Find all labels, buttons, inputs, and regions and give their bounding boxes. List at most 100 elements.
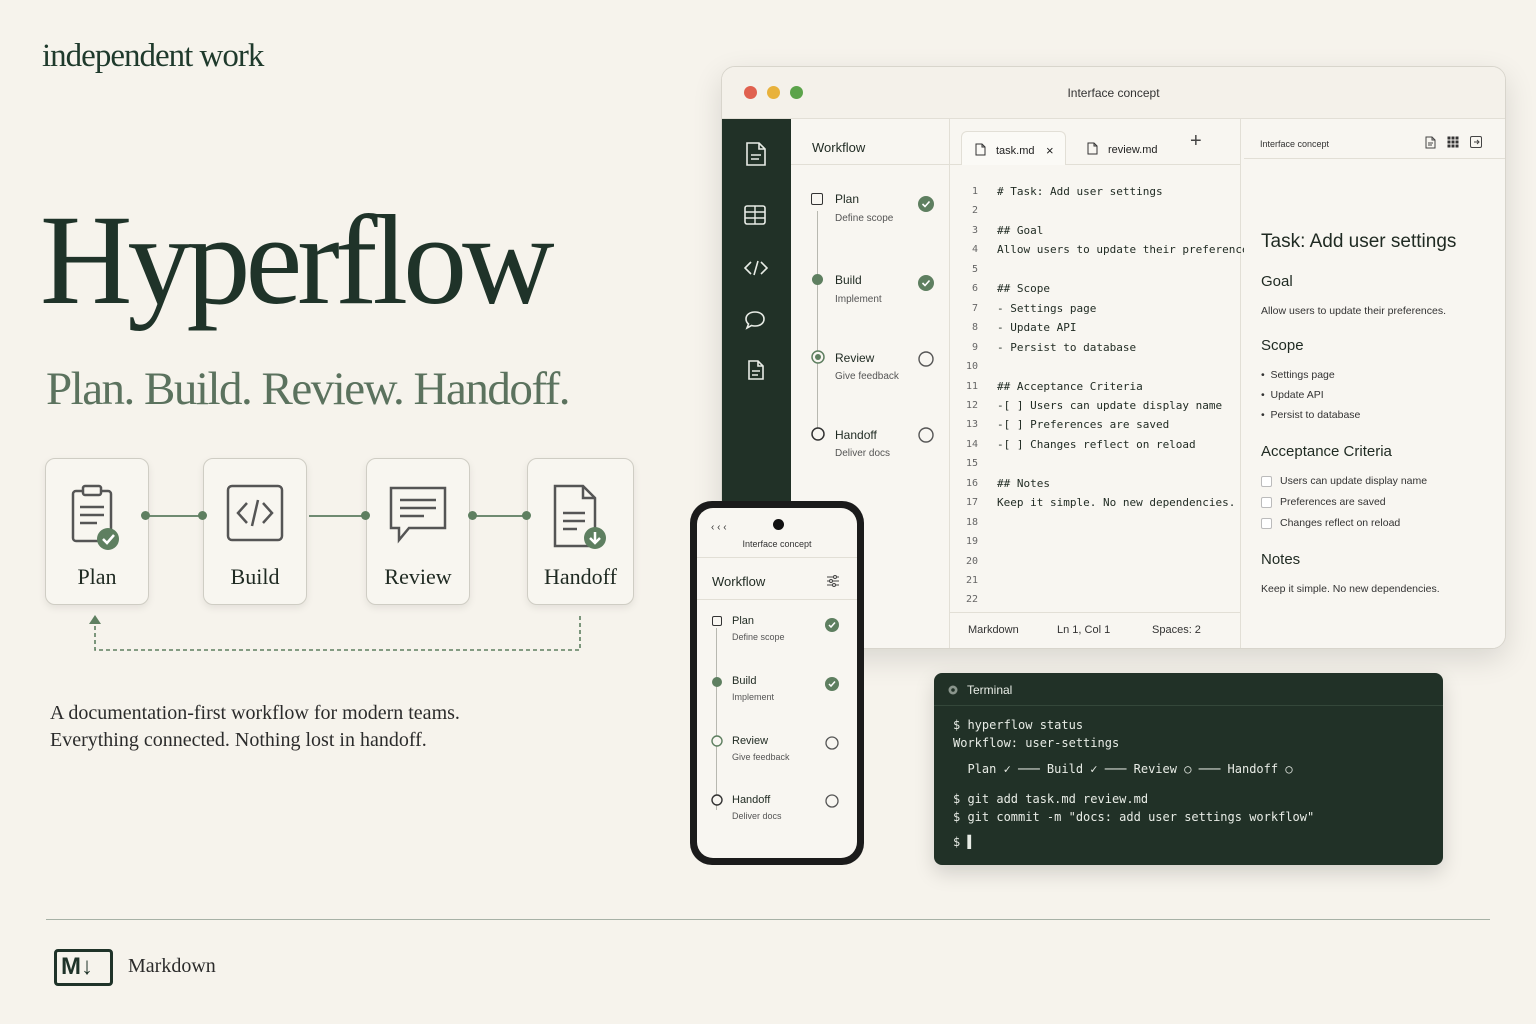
terminal-line: $ git add task.md review.md <box>953 792 1149 806</box>
document-icon[interactable] <box>744 141 768 167</box>
preview-goal-text: Allow users to update their preferences. <box>1261 305 1447 317</box>
line-number: 22 <box>965 594 978 606</box>
sidebar-item-sublabel: Deliver docs <box>835 448 891 459</box>
status-cursor-position[interactable]: Ln 1, Col 1 <box>1057 624 1110 636</box>
status-indentation[interactable]: Spaces: 2 <box>1152 624 1201 636</box>
flow-dot <box>361 511 370 520</box>
file-icon <box>1087 142 1098 155</box>
code-line: ## Scope <box>997 282 1050 296</box>
sidebar-item-sublabel: Implement <box>835 294 882 305</box>
footer-divider <box>46 919 1490 920</box>
preview-scope-item: • Persist to database <box>1261 409 1361 421</box>
radio-icon <box>711 735 723 747</box>
line-number: 5 <box>971 263 978 275</box>
sidebar-item-sublabel: Define scope <box>835 213 894 224</box>
code-line: - Persist to database <box>997 340 1137 354</box>
empty-circle-icon <box>825 794 839 808</box>
markdown-logo-text: M↓ <box>61 953 93 980</box>
check-circle-icon <box>825 618 839 632</box>
line-number: 2 <box>971 205 978 217</box>
step-card-review: Review <box>366 458 470 605</box>
code-icon[interactable] <box>744 260 768 276</box>
step-label: Handoff <box>544 564 617 589</box>
radio-icon <box>811 427 825 441</box>
line-number: 6 <box>971 283 978 295</box>
divider <box>697 557 857 558</box>
phone-screen: ‹ ‹ ‹ Interface concept Workflow Plan De… <box>697 508 857 858</box>
checkbox-icon <box>811 193 823 205</box>
phone-item-sublabel: Implement <box>732 692 775 702</box>
line-number: 18 <box>965 516 978 528</box>
line-number: 8 <box>971 322 978 334</box>
flow-dot <box>522 511 531 520</box>
code-line: - Settings page <box>997 301 1097 315</box>
line-number: 20 <box>965 555 978 567</box>
criteria-checkbox[interactable] <box>1261 497 1272 508</box>
preview-criteria-heading: Acceptance Criteria <box>1261 443 1392 460</box>
empty-circle-icon <box>825 736 839 750</box>
flow-dot <box>198 511 207 520</box>
file-icon[interactable] <box>747 359 765 381</box>
flow-connector <box>309 515 366 517</box>
terminal-prompt[interactable]: $ ▌ <box>953 835 975 849</box>
comment-icon[interactable] <box>744 310 766 330</box>
document-view-icon[interactable] <box>1425 136 1436 149</box>
terminal-line: Plan ✓ ─── Build ✓ ─── Review ○ ─── Hand… <box>953 762 1293 776</box>
line-number: 12 <box>965 399 978 411</box>
code-line: ## Goal <box>997 223 1044 237</box>
document-download-icon <box>553 484 606 549</box>
filter-icon[interactable] <box>827 575 839 587</box>
criteria-checkbox[interactable] <box>1261 518 1272 529</box>
line-number: 13 <box>965 419 978 431</box>
sidebar-item-label: Handoff <box>835 428 877 442</box>
file-icon <box>975 143 986 156</box>
code-icon <box>226 484 284 542</box>
phone-item-sublabel: Define scope <box>732 632 785 642</box>
code-line: Keep it simple. No new dependencies. <box>997 496 1236 510</box>
hero-title: Hyperflow <box>40 189 554 331</box>
line-number: 7 <box>971 302 978 314</box>
criteria-item: Changes reflect on reload <box>1280 517 1401 529</box>
step-label: Build <box>230 564 280 589</box>
check-circle-icon <box>825 677 839 691</box>
sidebar-item-sublabel: Give feedback <box>835 371 899 382</box>
line-number: 15 <box>965 458 978 470</box>
line-number: 4 <box>971 244 978 256</box>
tab-task-md[interactable]: task.md × <box>961 131 1066 165</box>
gear-icon[interactable] <box>947 684 959 696</box>
phone-section-title: Workflow <box>712 574 766 589</box>
markdown-label: Markdown <box>128 955 216 977</box>
add-tab-button[interactable]: + <box>1190 130 1202 153</box>
code-line: - Update API <box>997 321 1077 335</box>
chat-icon <box>389 486 447 544</box>
code-line: # Task: Add user settings <box>997 185 1163 198</box>
layout-icon[interactable] <box>744 205 766 225</box>
description: A documentation-first workflow for moder… <box>50 700 460 754</box>
line-number: 16 <box>965 477 978 489</box>
window-titlebar: Interface concept <box>722 67 1505 119</box>
table-view-icon[interactable] <box>1447 136 1459 148</box>
code-line: -[ ] Changes reflect on reload <box>997 437 1196 451</box>
preview-goal-heading: Goal <box>1261 273 1293 290</box>
tab-review-md[interactable]: review.md <box>1074 131 1179 165</box>
phone-item-sublabel: Deliver docs <box>732 811 782 821</box>
markdown-logo: M↓ <box>54 949 113 986</box>
status-dot <box>712 677 722 687</box>
status-dot <box>812 274 823 285</box>
code-line: -[ ] Users can update display name <box>997 398 1223 412</box>
step-label: Plan <box>77 564 117 589</box>
preview-scope-item: • Update API <box>1261 389 1324 401</box>
step-label: Review <box>384 564 452 589</box>
phone-item-label: Build <box>732 675 757 687</box>
line-number: 10 <box>965 361 978 373</box>
divider <box>697 599 857 600</box>
loop-back-arrow <box>89 615 581 651</box>
criteria-checkbox[interactable] <box>1261 476 1272 487</box>
back-nav-icon[interactable]: ‹ ‹ ‹ <box>711 522 727 533</box>
terminal-line: Workflow: user-settings <box>953 736 1120 750</box>
line-number: 14 <box>965 438 978 450</box>
tab-close-button[interactable]: × <box>1046 143 1054 158</box>
status-language[interactable]: Markdown <box>968 624 1019 636</box>
description-line: A documentation-first workflow for moder… <box>50 702 460 724</box>
export-icon[interactable] <box>1470 136 1482 148</box>
